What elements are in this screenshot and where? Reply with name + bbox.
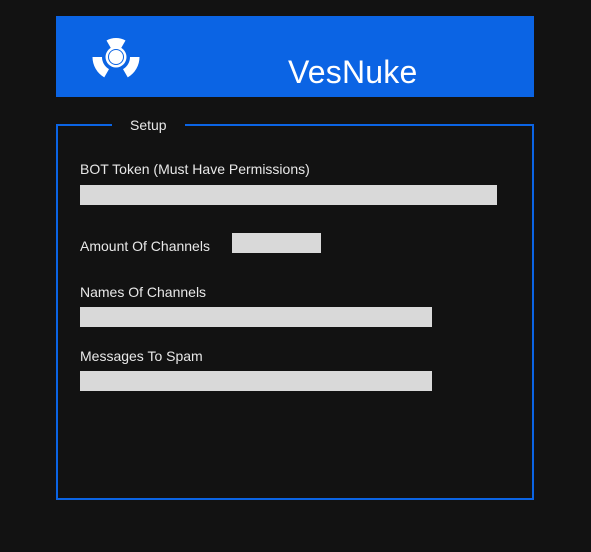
bot-token-label: BOT Token (Must Have Permissions)	[80, 161, 310, 177]
radiation-icon	[92, 38, 140, 78]
setup-groupbox: Setup BOT Token (Must Have Permissions) …	[56, 116, 534, 500]
channel-amount-input[interactable]	[232, 233, 321, 253]
setup-legend: Setup	[112, 116, 185, 134]
app-title: VesNuke	[288, 54, 418, 90]
app-window: VesNuke Setup BOT Token (Must Have Permi…	[0, 0, 591, 552]
channel-names-label: Names Of Channels	[80, 284, 207, 300]
channel-amount-label: Amount Of Channels	[80, 238, 210, 254]
spam-messages-label: Messages To Spam	[80, 348, 203, 364]
bot-token-input[interactable]	[80, 185, 497, 205]
spam-messages-input[interactable]	[80, 371, 432, 391]
channel-names-input[interactable]	[80, 307, 432, 327]
